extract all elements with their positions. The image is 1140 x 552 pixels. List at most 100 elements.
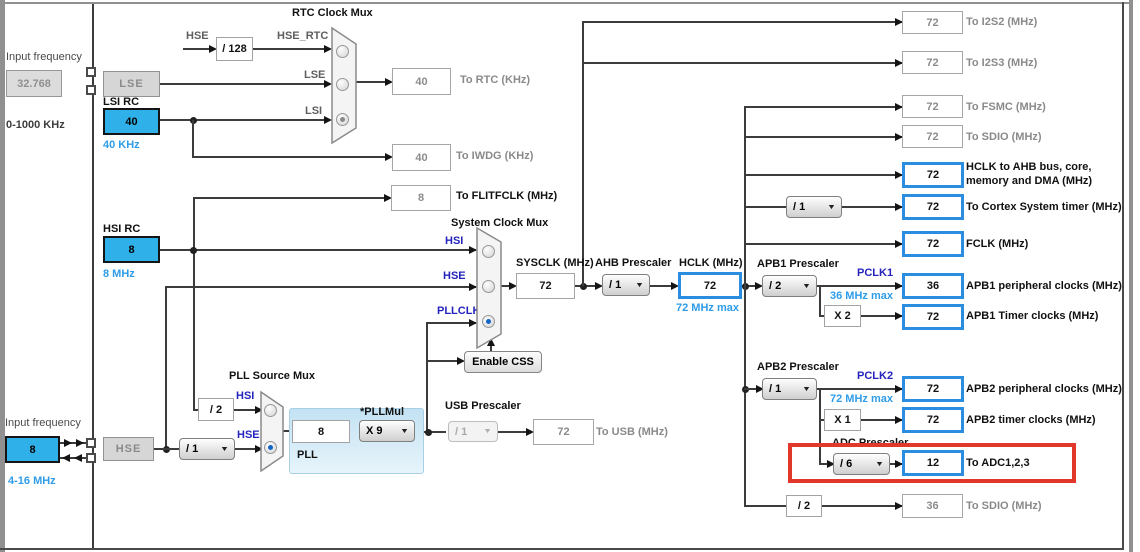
to-sdio2-box: 36 — [902, 494, 963, 518]
lse-input-frequency-value: 32.768 — [17, 77, 51, 90]
enable-css-button[interactable]: Enable CSS — [464, 351, 542, 373]
pllmul-select[interactable]: X 9 ▼ — [359, 420, 415, 442]
wire — [744, 243, 902, 245]
usb-prescaler-select: / 1 ▼ — [448, 421, 498, 442]
to-i2s2-value: 72 — [926, 16, 939, 29]
pll-source-mux-title: PLL Source Mux — [229, 370, 315, 382]
pclk2-net-label: PCLK2 — [857, 370, 894, 382]
to-flitfclk-box: 8 — [391, 185, 451, 211]
apb1-timer-box: 72 — [902, 304, 964, 330]
lsi-title: LSI RC — [103, 96, 140, 108]
rtc-mux-option-lse[interactable] — [336, 78, 349, 91]
hse-rtc-divider-box: / 128 — [216, 37, 253, 61]
to-i2s3-box: 72 — [902, 51, 963, 74]
caret-down-icon: ▼ — [827, 203, 837, 211]
pin-port — [86, 85, 96, 95]
hse-prediv-select[interactable]: / 1 ▼ — [179, 438, 235, 460]
arrowhead — [64, 439, 72, 447]
cortex-prescaler-value: / 1 — [793, 201, 806, 213]
ahb-prescaler-select[interactable]: / 1 ▼ — [602, 274, 650, 296]
frame-left — [0, 0, 5, 552]
to-flitfclk-label: To FLITFCLK (MHz) — [456, 190, 558, 202]
sysclk-box: 72 — [516, 273, 575, 299]
cortex-prescaler-select[interactable]: / 1 ▼ — [786, 196, 842, 218]
lse-label: LSE — [119, 78, 144, 90]
apb2-timer-value: 72 — [926, 414, 940, 426]
junction-dot — [425, 429, 432, 436]
fclk-value: 72 — [926, 238, 940, 250]
frame-bottom — [0, 548, 1124, 550]
fclk-box: 72 — [902, 231, 964, 257]
apb1-peripheral-value: 36 — [926, 280, 940, 292]
to-fsmc-label: To FSMC (MHz) — [966, 101, 1046, 113]
to-usb-value: 72 — [557, 426, 570, 438]
lsi-source-block: 40 — [103, 108, 160, 135]
to-iwdg-box: 40 — [392, 144, 451, 171]
hse-input-frequency-value: 8 — [29, 443, 36, 456]
hclk-value: 72 — [703, 279, 717, 292]
hclk-ahb-label-line2: memory and DMA (MHz) — [966, 175, 1093, 187]
pllmul-title: *PLLMul — [360, 406, 404, 418]
sysmux-option-hse[interactable] — [482, 280, 495, 293]
pclk1-max-note: 36 MHz max — [830, 290, 893, 302]
wire — [192, 120, 194, 157]
wire — [817, 388, 902, 390]
wire — [744, 106, 746, 507]
rtc-mux-option-hse-rtc[interactable] — [336, 45, 349, 58]
apb2-prescaler-select[interactable]: / 1 ▼ — [762, 378, 817, 400]
wire — [153, 448, 179, 450]
hse-prediv-value: / 1 — [186, 443, 199, 455]
caret-down-icon: ▼ — [400, 427, 410, 435]
hse-input-frequency-field[interactable]: 8 — [5, 436, 60, 463]
apb1-timer-multiplier-value: X 2 — [834, 310, 851, 322]
pclk1-net-label: PCLK1 — [857, 267, 894, 279]
arrowhead — [62, 454, 70, 462]
apb2-timer-box: 72 — [902, 407, 964, 433]
apb1-timer-value: 72 — [926, 311, 940, 323]
hse-source-block: HSE — [103, 437, 154, 461]
apb1-timer-label: APB1 Timer clocks (MHz) — [966, 310, 1099, 322]
to-sdio2-value: 36 — [926, 500, 939, 512]
apb1-peripheral-label: APB1 peripheral clocks (MHz) — [966, 280, 1122, 292]
frame-right-inner — [1122, 2, 1124, 550]
ahb-prescaler-value: / 1 — [609, 279, 622, 291]
to-fsmc-box: 72 — [902, 95, 963, 118]
lse-input-range-label: 0-1000 KHz — [6, 119, 65, 131]
pllmux-option-hse[interactable] — [264, 441, 277, 454]
hse-rtc-divider-value: / 128 — [222, 43, 247, 55]
apb1-prescaler-select[interactable]: / 2 ▼ — [762, 275, 817, 297]
caret-down-icon: ▼ — [635, 281, 645, 289]
to-sdio-label: To SDIO (MHz) — [966, 131, 1042, 143]
pllmux-option-hsi[interactable] — [264, 404, 277, 417]
to-sdio2-label: To SDIO (MHz) — [966, 500, 1042, 512]
to-i2s3-value: 72 — [926, 56, 939, 69]
lse-input-frequency-field[interactable]: 32.768 — [6, 70, 62, 97]
caret-down-icon: ▼ — [802, 282, 812, 290]
to-sdio-value: 72 — [926, 130, 939, 143]
to-flitfclk-value: 8 — [417, 192, 425, 204]
sysclk-value: 72 — [539, 280, 552, 292]
pll-hsi-net-label: HSI — [236, 390, 255, 402]
lsi-value: 40 — [125, 115, 138, 128]
rtc-mux-option-lsi[interactable] — [336, 113, 349, 126]
hclk-ahb-value: 72 — [926, 169, 940, 181]
sysmux-option-hsi[interactable] — [482, 245, 495, 258]
sysmux-option-pllclk[interactable] — [482, 315, 495, 328]
apb2-peripheral-label: APB2 peripheral clocks (MHz) — [966, 383, 1122, 395]
hse-rtc-net-label: HSE_RTC — [277, 30, 329, 42]
wire — [426, 322, 428, 433]
pin-port — [86, 67, 96, 77]
fclk-label: FCLK (MHz) — [966, 238, 1029, 250]
apb2-prescaler-title: APB2 Prescaler — [757, 361, 839, 373]
wire — [165, 286, 167, 450]
clock-configuration-canvas: Input frequency 32.768 0-1000 KHz LSE LS… — [0, 0, 1140, 552]
pll-hsi-divider-box: / 2 — [198, 398, 234, 421]
hclk-box: 72 — [678, 272, 742, 299]
caret-down-icon: ▼ — [483, 428, 493, 435]
wire — [160, 83, 324, 85]
hse-net-label: HSE — [186, 30, 209, 42]
hsi-value: 8 — [128, 243, 135, 256]
wire — [744, 206, 786, 208]
wire — [819, 285, 821, 316]
junction-dot — [190, 247, 197, 254]
